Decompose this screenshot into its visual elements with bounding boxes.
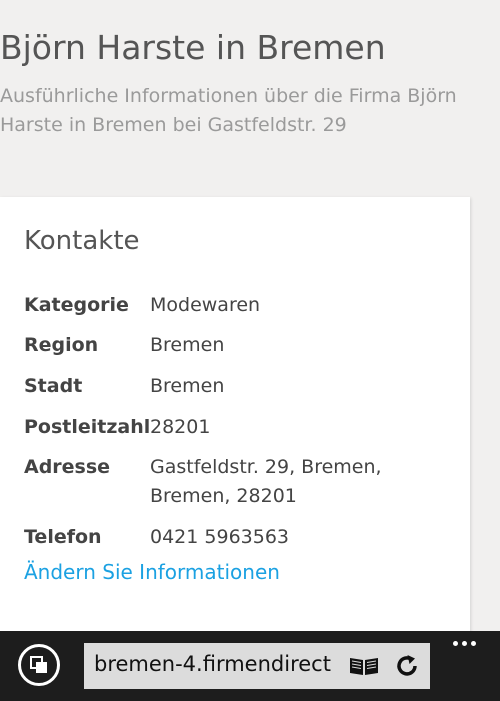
reader-view-icon[interactable] bbox=[348, 655, 380, 677]
info-label: Region bbox=[24, 334, 99, 356]
page-subtitle: Ausführliche Informationen über die Firm… bbox=[0, 85, 457, 136]
info-label: Stadt bbox=[24, 375, 83, 397]
info-value: Bremen bbox=[150, 334, 225, 356]
contacts-heading: Kontakte bbox=[24, 226, 140, 256]
info-value: Modewaren bbox=[150, 294, 261, 316]
info-value: Gastfeldstr. 29, Bremen, Bremen, 28201 bbox=[150, 456, 382, 507]
info-value: 28201 bbox=[150, 416, 211, 438]
more-dot bbox=[471, 641, 476, 646]
refresh-icon[interactable] bbox=[394, 653, 420, 679]
info-label: Postleitzahl bbox=[24, 416, 151, 438]
info-label: Adresse bbox=[24, 456, 111, 478]
address-bar[interactable]: bremen-4.firmendirect bbox=[84, 643, 430, 689]
browser-bar: bremen-4.firmendirect bbox=[0, 631, 500, 701]
tabs-icon bbox=[30, 656, 47, 673]
info-label: Telefon bbox=[24, 526, 102, 548]
more-dot bbox=[453, 641, 458, 646]
page-title: Björn Harste in Bremen bbox=[0, 28, 386, 67]
edit-info-link[interactable]: Ändern Sie Informationen bbox=[24, 560, 280, 584]
info-label: Kategorie bbox=[24, 294, 129, 316]
url-text[interactable]: bremen-4.firmendirect bbox=[94, 652, 344, 676]
more-options-icon[interactable] bbox=[449, 637, 481, 651]
info-value: Bremen bbox=[150, 375, 225, 397]
tabs-button[interactable] bbox=[18, 644, 60, 686]
more-dot bbox=[462, 641, 467, 646]
phone-value[interactable]: 0421 5963563 bbox=[150, 523, 450, 552]
